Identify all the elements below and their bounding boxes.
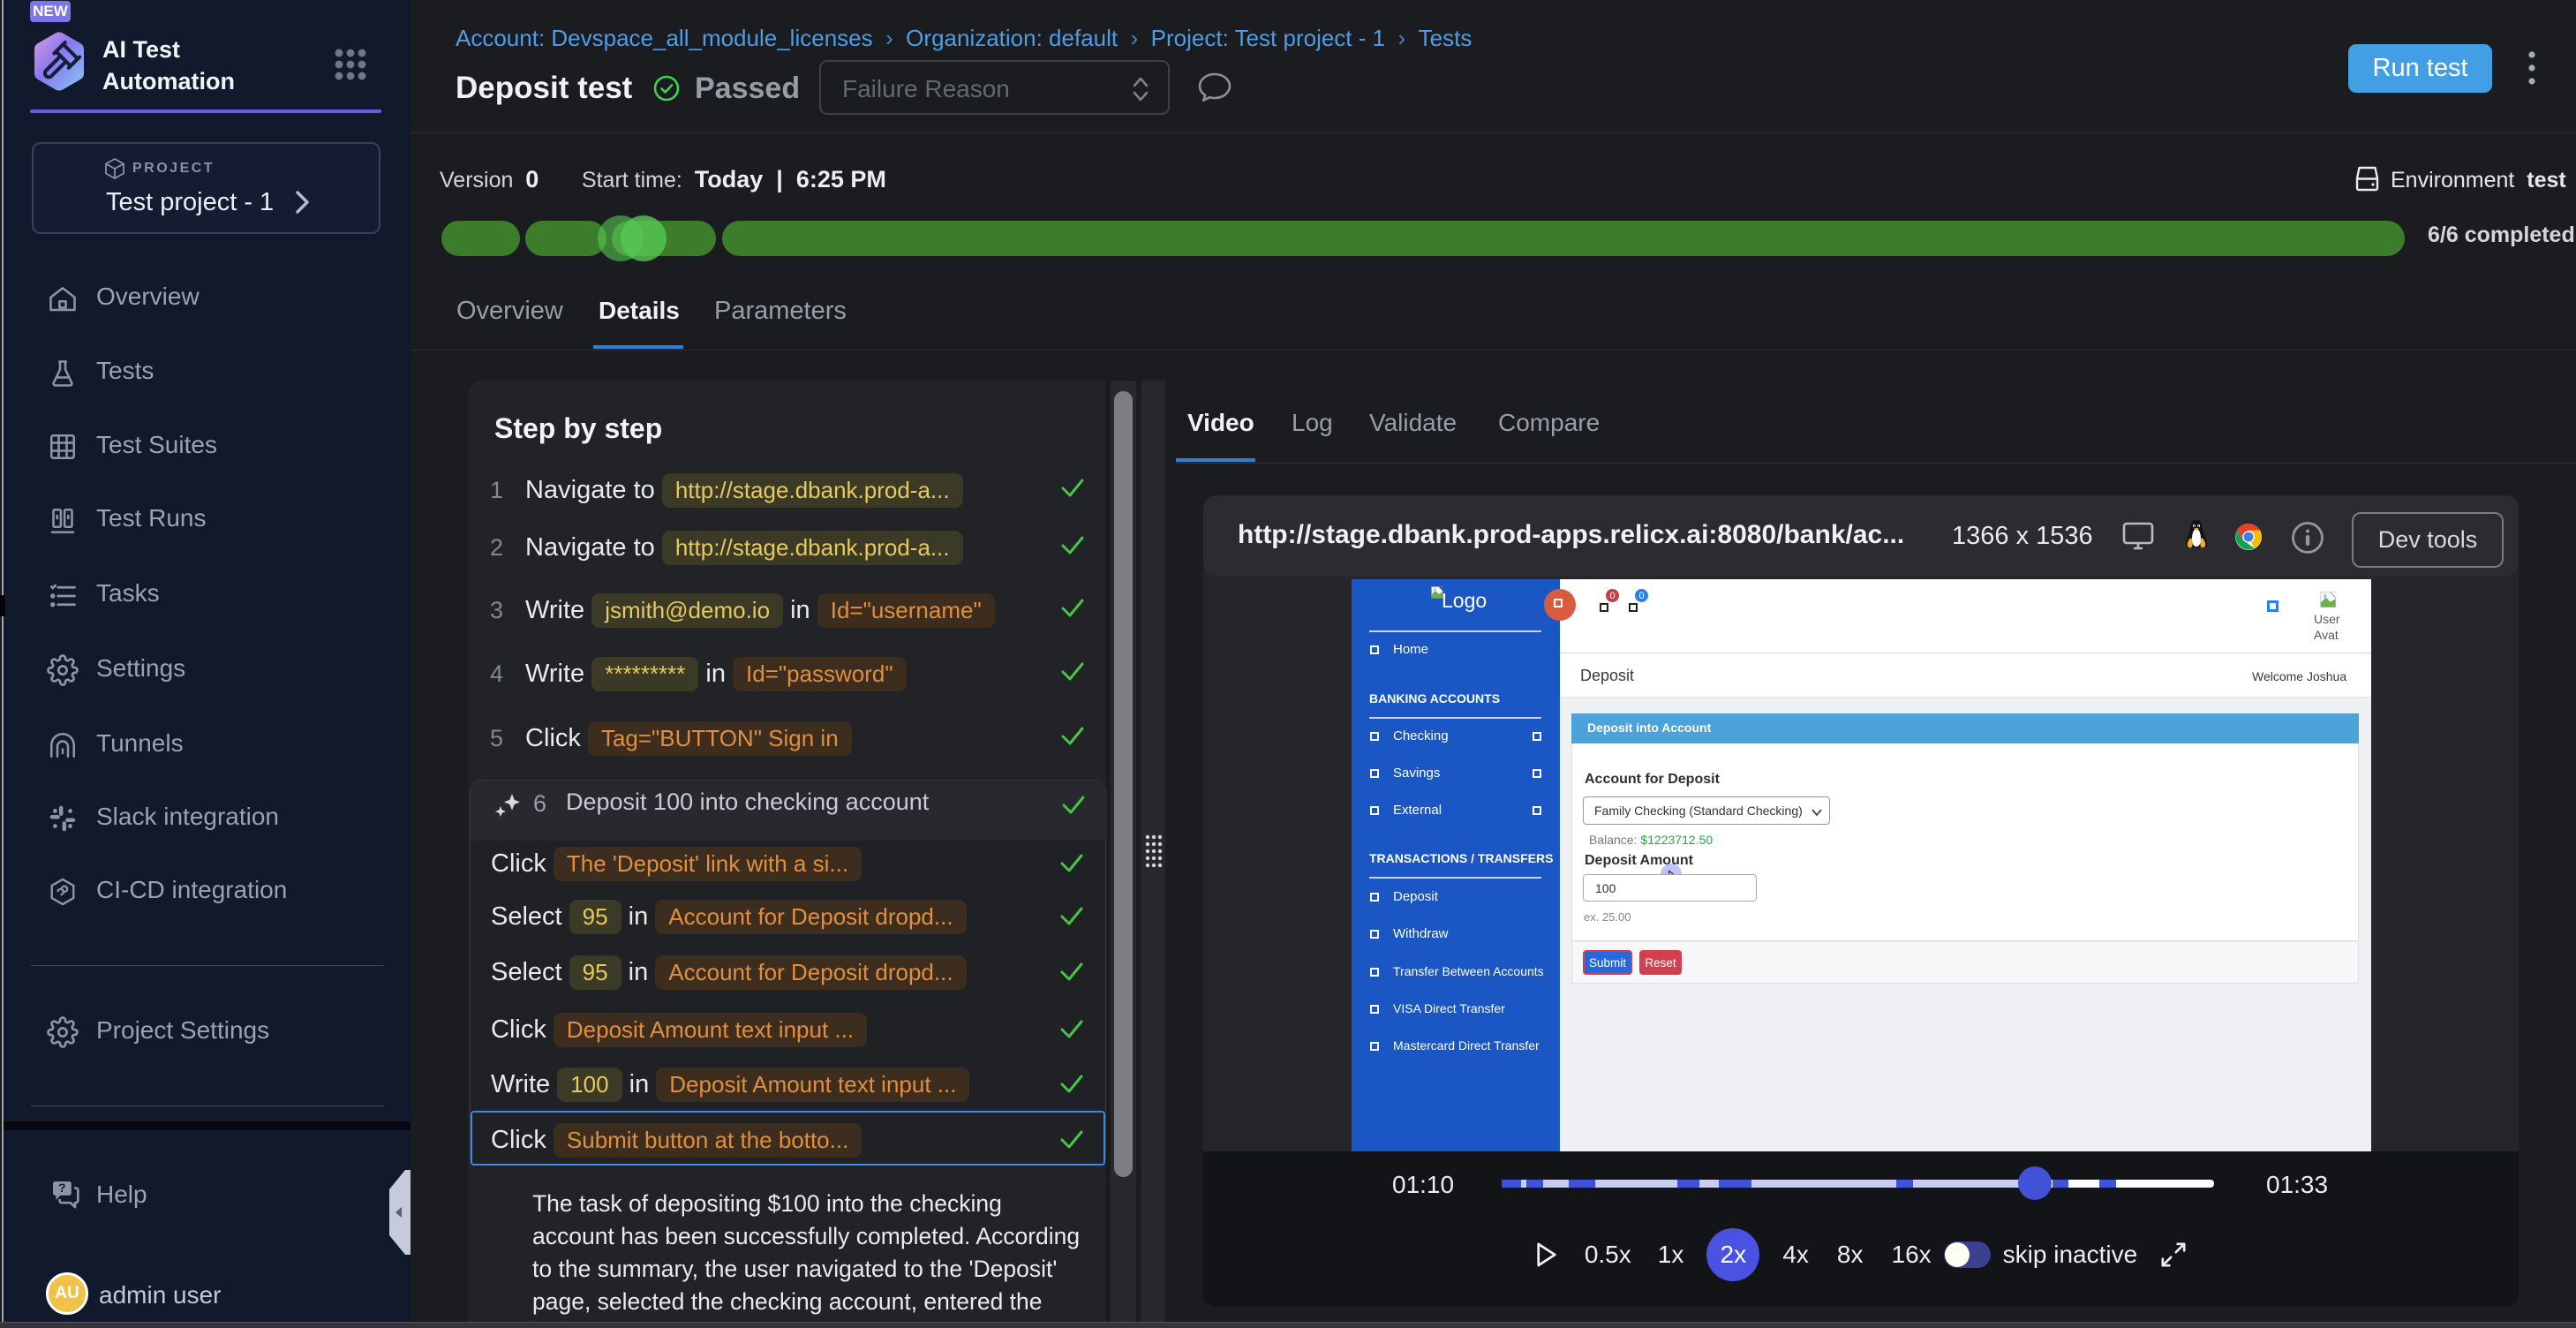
svg-text:?: ?: [58, 1181, 66, 1195]
